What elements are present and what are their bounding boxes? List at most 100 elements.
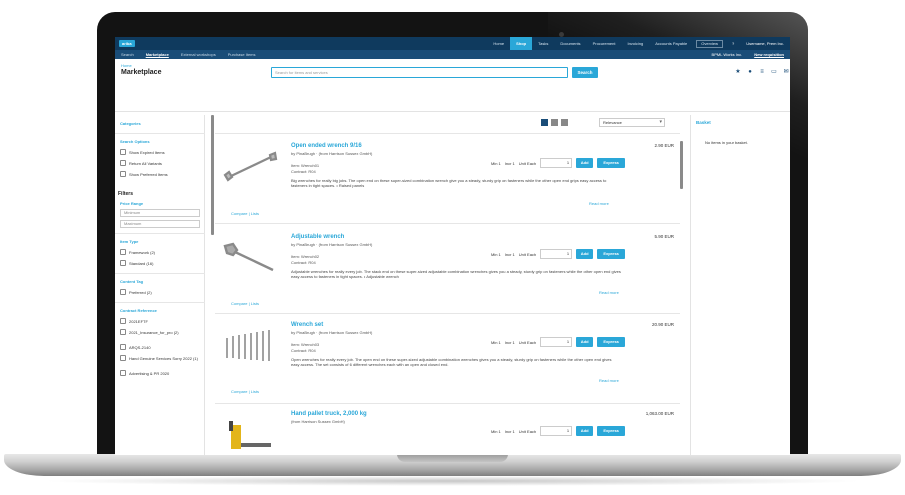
checkbox-contract-2[interactable]: 2021_Insurance_for_pro (2) [120,329,202,335]
tab-documents[interactable]: Documents [554,37,586,50]
add-button[interactable]: Add [576,426,594,436]
compare-link[interactable]: Compare [231,389,247,394]
result-item: Hand pallet truck, 2,000 kg (from Harris… [221,411,676,455]
compare-link[interactable]: Compare [231,211,247,216]
tab-tasks[interactable]: Tasks [532,37,554,50]
search-button[interactable]: Search [572,67,598,78]
item-description: Adjustable wrenches for really every job… [291,269,621,280]
module-tabs: Home Shop Tasks Documents Procurement In… [487,37,790,50]
checkbox-contract-1[interactable]: 2021EFTF [120,318,148,324]
quantity-input[interactable]: 1 [540,337,573,347]
express-button[interactable]: Express [597,337,626,347]
overview-button[interactable]: Overview [696,39,723,48]
tab-accounts-payable[interactable]: Accounts Payable [649,37,693,50]
divider [215,223,680,224]
read-more-link[interactable]: Read more [599,378,619,383]
subnav-search[interactable]: Search [115,52,140,57]
checkbox-framework[interactable]: Framework (2) [120,249,155,255]
checkbox-return-variants[interactable]: Return All Variants [120,160,162,166]
filter-scrollbar[interactable] [211,115,214,235]
item-type-toggle[interactable]: Item Type [120,239,138,244]
item-name[interactable]: Open ended wrench 9/16 [291,143,362,149]
lists-link[interactable]: Lists [251,389,259,394]
search-input[interactable]: Search for items and services [271,67,568,78]
lists-link[interactable]: Lists [251,211,259,216]
tab-shop[interactable]: Shop [510,37,533,50]
checkbox-standard[interactable]: Standard (16) [120,260,153,266]
checkbox-icon [120,289,126,295]
item-price: 20.90 EUR [651,322,674,327]
list-view-icon[interactable] [541,119,548,126]
item-price: 1,063.00 EUR [645,411,674,416]
add-button[interactable]: Add [576,249,594,259]
tab-invoicing[interactable]: Invoicing [621,37,649,50]
read-more-link[interactable]: Read more [599,290,619,295]
new-requisition-link[interactable]: New requisition [748,52,790,57]
divider [115,233,205,234]
sort-select[interactable]: Relevance [599,118,665,127]
header-divider [115,111,790,112]
lists-link[interactable]: Lists [251,301,259,306]
item-number: Item: Wrench03 [291,342,320,347]
min-qty: Min 1 [491,339,501,345]
subnav-marketplace[interactable]: Marketplace [140,52,175,57]
person-icon[interactable]: ● [747,69,753,75]
checkbox-label: Advertising & PR 2020 [129,370,170,376]
item-name[interactable]: Wrench set [291,322,323,328]
mail-icon[interactable]: ✉ [783,69,789,75]
result-item: Wrench set by PinaBrugh · (from Harrison… [221,322,676,402]
results-scrollbar[interactable] [680,141,683,189]
express-button[interactable]: Express [597,158,626,168]
incr-qty: Incr 1 [504,251,515,257]
checkbox-show-expired[interactable]: Show Expired Items [120,149,165,155]
checkbox-show-preferred[interactable]: Show Preferred Items [120,171,168,177]
checkbox-icon [120,370,126,376]
pallet-truck-image [229,421,271,449]
item-name[interactable]: Hand pallet truck, 2,000 kg [291,411,367,417]
categories-toggle[interactable]: Categories [120,121,141,126]
express-button[interactable]: Express [597,249,626,259]
print-icon[interactable]: ▭ [771,69,777,75]
divider [215,133,680,134]
help-icon[interactable]: ? [726,41,740,46]
subnav-external-workshops[interactable]: External workshops [175,52,222,57]
checkbox-contract-5[interactable]: Advertising & PR 2020 [120,370,169,376]
checkbox-icon [120,318,126,324]
price-range-toggle[interactable]: Price Range [120,201,143,206]
company-selector[interactable]: BPML Works Inc. [706,52,749,57]
content-tag-toggle[interactable]: Content Tag [120,279,143,284]
buy-controls: Min 1 Incr 1 Unit Each 1 Add Express [491,249,626,259]
tab-procurement[interactable]: Procurement [587,37,622,50]
app-logo[interactable]: ariba [119,40,135,47]
contract-reference-toggle[interactable]: Contract Reference [120,308,157,313]
breadcrumb[interactable]: Home [121,63,132,68]
checkbox-contract-3[interactable]: ARQS-2140 [120,344,151,350]
quantity-input[interactable]: 1 [540,249,573,259]
divider [115,133,205,134]
quantity-input[interactable]: 1 [540,158,573,168]
express-button[interactable]: Express [597,426,626,436]
user-menu[interactable]: Username, Prem Inc. [740,41,790,46]
subnav-right: BPML Works Inc. New requisition [706,52,790,57]
grid-view-icon[interactable] [551,119,558,126]
price-max-input[interactable]: Maximum [120,220,200,228]
checkbox-preferred[interactable]: Preferred (2) [120,289,152,295]
read-more-link[interactable]: Read more [589,201,609,206]
item-name[interactable]: Adjustable wrench [291,234,344,240]
add-button[interactable]: Add [576,158,594,168]
price-min-input[interactable]: Minimum [120,209,200,217]
item-number: Item: Wrench01 [291,163,320,168]
quantity-input[interactable]: 1 [540,426,573,436]
list-icon[interactable]: ≡ [759,69,765,75]
divider [215,403,680,404]
checkbox-contract-4[interactable]: Hand Genuine Services Sorry 2022 (1) [120,355,202,361]
tile-view-icon[interactable] [561,119,568,126]
header-tools: ★ ● ≡ ▭ ✉ [735,69,789,75]
star-icon[interactable]: ★ [735,69,741,75]
compare-link[interactable]: Compare [231,301,247,306]
checkbox-label: ARQS-2140 [129,344,151,350]
subnav-purchase-items[interactable]: Purchase Items [222,52,262,57]
add-button[interactable]: Add [576,337,594,347]
tab-home[interactable]: Home [487,37,510,50]
search-options-toggle[interactable]: Search Options [120,139,150,144]
